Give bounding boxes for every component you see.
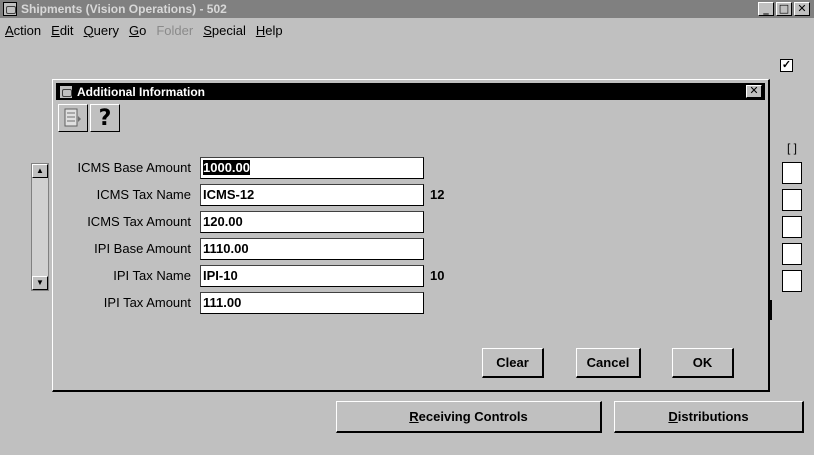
help-button[interactable]: ? bbox=[90, 104, 120, 132]
clear-button[interactable]: Clear bbox=[482, 348, 544, 378]
window-menu-icon[interactable] bbox=[3, 2, 17, 16]
ok-button[interactable]: OK bbox=[672, 348, 734, 378]
dialog-title: Additional Information bbox=[77, 84, 205, 99]
ipi-tax-rate: 10 bbox=[430, 268, 445, 283]
menu-query[interactable]: Query bbox=[79, 23, 124, 38]
list-icon bbox=[64, 108, 81, 127]
field-label: IPI Tax Amount bbox=[103, 295, 191, 310]
outer-field-3[interactable] bbox=[782, 216, 802, 238]
dialog-menu-icon[interactable] bbox=[59, 84, 73, 99]
dialog-close-button[interactable]: ✕ bbox=[746, 85, 762, 98]
additional-information-dialog: Additional Information ✕ ? ICMS Base Amo… bbox=[52, 79, 770, 392]
dialog-title-bar: Additional Information ✕ bbox=[56, 83, 765, 100]
maximize-button[interactable]: □ bbox=[776, 2, 792, 16]
menu-edit[interactable]: Edit bbox=[46, 23, 78, 38]
menu-special[interactable]: Special bbox=[198, 23, 251, 38]
receiving-controls-button[interactable]: Receiving Controls bbox=[336, 401, 602, 433]
outer-bracket-label: [ ] bbox=[787, 141, 798, 155]
ipi-tax-amount-input[interactable]: 111.00 bbox=[200, 292, 424, 314]
menu-action[interactable]: Action bbox=[0, 23, 46, 38]
window-controls: _ □ ✕ bbox=[758, 2, 810, 16]
icms-tax-name-input[interactable]: ICMS-12 bbox=[200, 184, 424, 206]
icms-base-amount-input[interactable]: 1000.00 bbox=[200, 157, 424, 179]
field-label: ICMS Tax Amount bbox=[87, 214, 191, 229]
outer-field-5[interactable] bbox=[782, 270, 802, 292]
field-label: IPI Tax Name bbox=[113, 268, 191, 283]
ipi-tax-name-input[interactable]: IPI-10 bbox=[200, 265, 424, 287]
menu-bar: Action Edit Query Go Folder Special Help bbox=[0, 19, 814, 41]
minimize-button[interactable]: _ bbox=[758, 2, 774, 16]
menu-folder: Folder bbox=[156, 22, 194, 38]
outer-field-1[interactable] bbox=[782, 162, 802, 184]
icms-tax-rate: 12 bbox=[430, 187, 445, 202]
ipi-base-amount-input[interactable]: 1110.00 bbox=[200, 238, 424, 260]
window-title: Shipments (Vision Operations) - 502 bbox=[21, 2, 227, 16]
outer-checkbox[interactable]: ✓ bbox=[780, 59, 793, 72]
distributions-button[interactable]: Distributions bbox=[614, 401, 804, 433]
outer-field-4[interactable] bbox=[782, 243, 802, 265]
cancel-button[interactable]: Cancel bbox=[576, 348, 641, 378]
close-button[interactable]: ✕ bbox=[794, 2, 810, 16]
menu-help[interactable]: Help bbox=[251, 23, 288, 38]
field-label: ICMS Base Amount bbox=[77, 160, 191, 175]
outer-divider-mark bbox=[770, 300, 772, 320]
menu-go[interactable]: Go bbox=[124, 23, 151, 38]
window-title-bar: Shipments (Vision Operations) - 502 _ □ … bbox=[0, 0, 814, 18]
folder-tool-button[interactable] bbox=[58, 104, 88, 132]
outer-field-2[interactable] bbox=[782, 189, 802, 211]
help-icon: ? bbox=[98, 105, 112, 131]
icms-tax-amount-input[interactable]: 120.00 bbox=[200, 211, 424, 233]
field-label: ICMS Tax Name bbox=[96, 187, 191, 202]
field-label: IPI Base Amount bbox=[94, 241, 191, 256]
